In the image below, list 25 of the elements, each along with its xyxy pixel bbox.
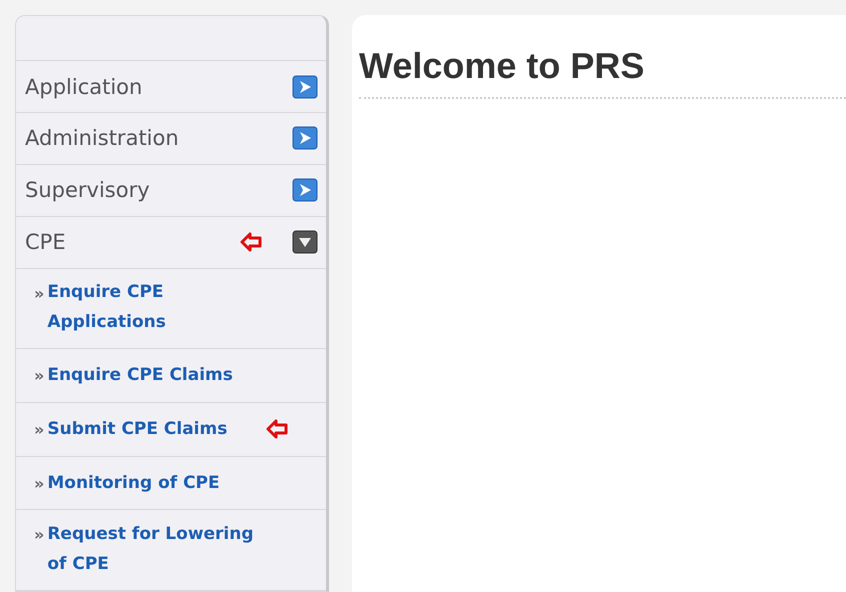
menu-section[interactable]: Supervisory [16,164,326,217]
collapse-icon[interactable] [292,230,318,254]
bullet-marker: » [34,524,44,546]
bullet-marker: » [34,365,44,388]
section-label: CPE [25,230,67,254]
submenu-link[interactable]: Enquire CPE Applications [47,277,268,338]
expand-icon[interactable] [292,74,318,99]
page-title: Welcome to PRS [359,45,846,99]
submenu-link[interactable]: Monitoring of CPE [47,468,268,498]
submenu-link[interactable]: Submit CPE Claims [47,414,266,444]
submenu-link[interactable]: Request for Lowering of CPE [47,519,268,580]
arrow-icon [240,232,262,252]
menu-section[interactable]: Administration [16,112,326,165]
menu-section[interactable]: CPE [16,216,326,268]
section-label: Application [25,74,144,99]
section-label: Supervisory [25,178,151,202]
expand-icon[interactable] [292,178,318,202]
arrow-icon [266,419,288,440]
bullet-marker: » [34,282,44,304]
bullet-marker: » [34,418,44,441]
submenu-link[interactable]: Enquire CPE Claims [47,360,268,390]
expand-icon[interactable] [292,126,318,150]
section-label: Administration [25,126,180,150]
bullet-marker: » [34,472,44,495]
menu-section[interactable]: Application [16,61,326,113]
